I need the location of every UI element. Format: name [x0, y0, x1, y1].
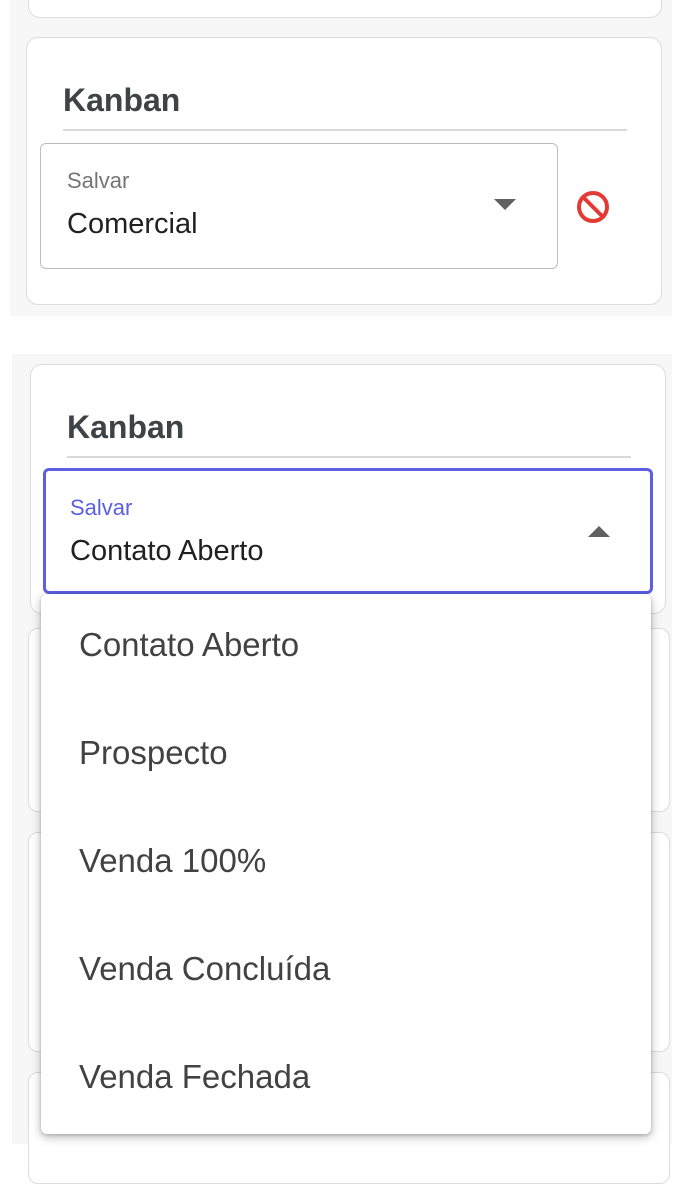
card-title: Kanban: [63, 82, 181, 118]
chevron-up-icon[interactable]: [588, 526, 610, 538]
chevron-down-icon[interactable]: [494, 199, 516, 211]
kanban-card: Kanban Salvar Comercial: [26, 37, 662, 305]
select-label: Salvar: [70, 495, 133, 520]
dropdown-option[interactable]: Venda 100%: [79, 842, 266, 880]
dropdown-menu: Contato Aberto Prospecto Venda 100% Vend…: [41, 594, 651, 1134]
title-divider: [63, 129, 627, 131]
select-value: Contato Aberto: [70, 535, 264, 567]
block-icon[interactable]: [575, 189, 611, 225]
select-value: Comercial: [67, 208, 198, 240]
select-label: Salvar: [67, 168, 130, 193]
dropdown-option[interactable]: Prospecto: [79, 734, 228, 772]
kanban-select-open[interactable]: Salvar Contato Aberto: [43, 468, 653, 594]
dropdown-option[interactable]: Venda Concluída: [79, 950, 330, 988]
title-divider: [67, 456, 631, 458]
dropdown-option[interactable]: Venda Fechada: [79, 1058, 310, 1096]
top-previous-card-edge: [28, 0, 662, 18]
kanban-select[interactable]: Salvar Comercial: [40, 143, 558, 269]
card-title: Kanban: [67, 409, 185, 445]
dropdown-option[interactable]: Contato Aberto: [79, 626, 299, 664]
